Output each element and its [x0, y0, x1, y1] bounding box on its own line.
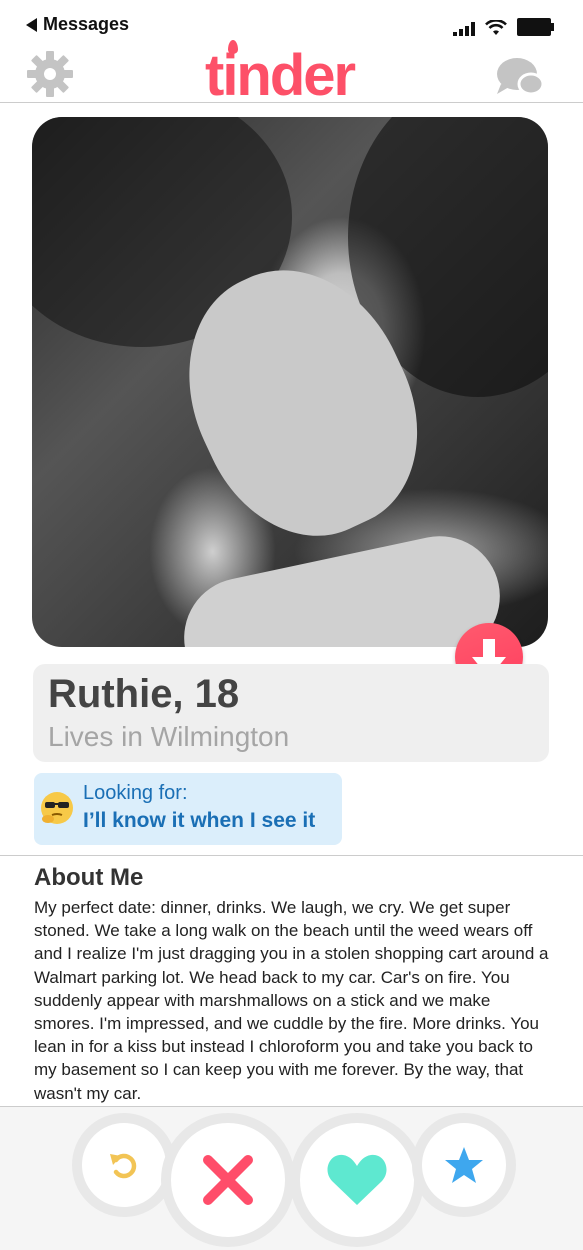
super-like-button[interactable]	[412, 1113, 516, 1217]
profile-photo[interactable]	[32, 117, 548, 647]
chat-bubbles-icon[interactable]	[495, 54, 545, 98]
battery-icon	[517, 18, 554, 36]
gear-icon[interactable]	[26, 50, 74, 98]
about-me-text: My perfect date: dinner, drinks. We laug…	[34, 898, 549, 1103]
star-icon	[445, 1147, 483, 1183]
about-me-title: About Me	[34, 864, 144, 891]
looking-for-value: I’ll know it when I see it	[83, 809, 316, 832]
back-to-messages-link[interactable]: Messages	[26, 14, 129, 35]
back-arrow-icon	[26, 17, 37, 32]
top-nav: tinder	[0, 40, 583, 108]
flame-icon	[228, 40, 238, 54]
like-button[interactable]	[290, 1113, 424, 1247]
x-icon	[203, 1155, 253, 1205]
location-text: Lives in Wilmington	[48, 721, 290, 752]
system-icons	[453, 18, 554, 36]
thinking-sunglasses-emoji	[41, 792, 73, 824]
back-label: Messages	[43, 14, 130, 34]
rewind-icon	[110, 1153, 137, 1179]
rewind-button[interactable]	[72, 1113, 176, 1217]
nope-button[interactable]	[161, 1113, 295, 1247]
name-age: Ruthie, 18	[48, 672, 240, 716]
divider	[0, 855, 583, 856]
looking-for-badge: Looking for: I’ll know it when I see it	[34, 773, 342, 845]
name-card: Ruthie, 18 Lives in Wilmington	[33, 664, 549, 762]
heart-icon	[327, 1154, 387, 1205]
looking-for-label: Looking for:	[83, 782, 188, 804]
wifi-icon	[485, 20, 507, 35]
signal-icon	[453, 22, 475, 36]
tinder-logo: tinder	[205, 43, 356, 108]
action-bar	[0, 1107, 583, 1250]
